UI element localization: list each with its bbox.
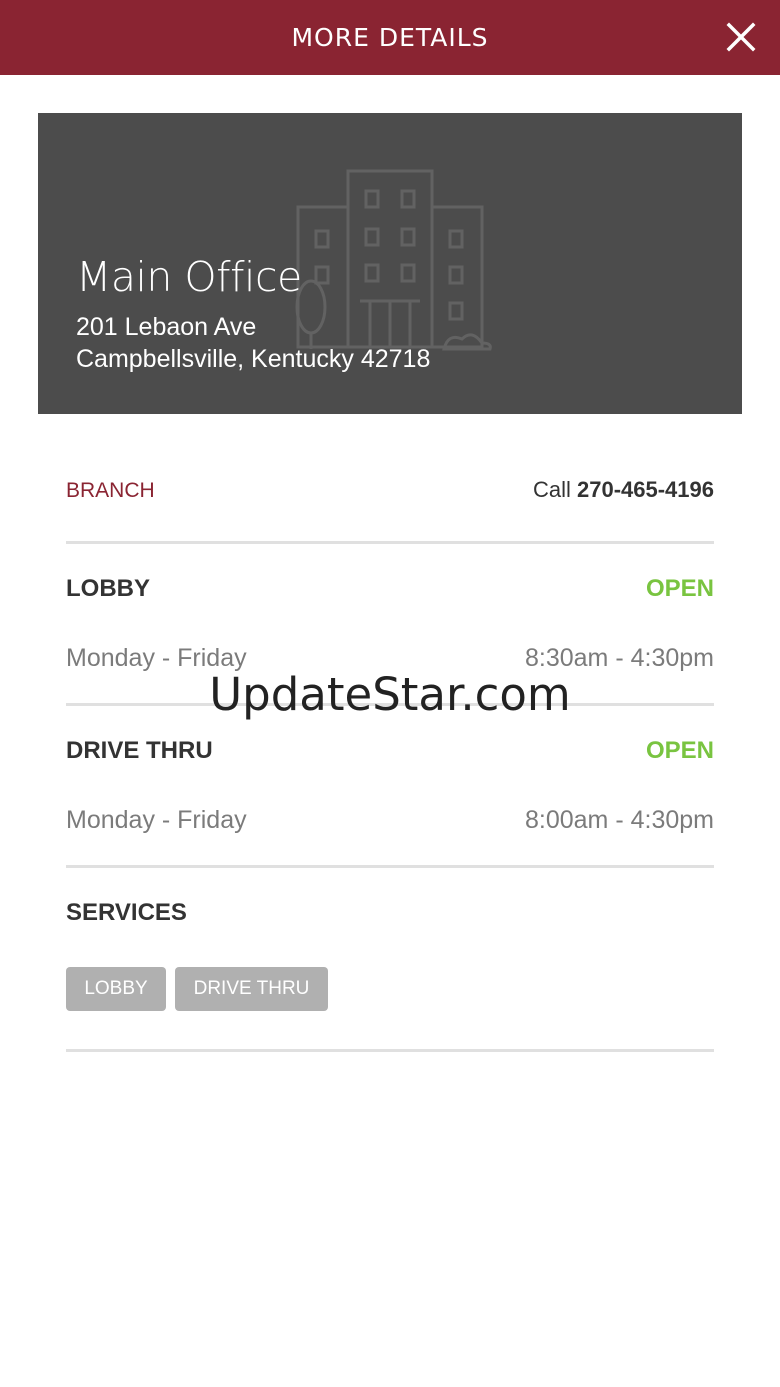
building-illustration bbox=[295, 169, 492, 351]
location-name: Main Office bbox=[76, 253, 302, 301]
divider bbox=[66, 541, 714, 544]
lobby-status-badge: OPEN bbox=[645, 575, 714, 602]
location-hero: Main Office 201 Lebaon Ave Campbellsvill… bbox=[38, 113, 742, 414]
drive-thru-title: DRIVE THRU bbox=[66, 737, 213, 764]
service-chip-drive-thru[interactable]: DRIVE THRU bbox=[175, 967, 328, 1011]
service-chip-lobby[interactable]: LOBBY bbox=[66, 967, 166, 1011]
lobby-days: Monday - Friday bbox=[66, 644, 247, 672]
divider bbox=[66, 865, 714, 868]
divider bbox=[66, 703, 714, 706]
address-line-1: 201 Lebaon Ave bbox=[76, 313, 257, 341]
services-title: SERVICES bbox=[66, 899, 187, 926]
close-icon[interactable] bbox=[718, 14, 764, 60]
lobby-hours: 8:30am - 4:30pm bbox=[525, 644, 714, 672]
page-title: MORE DETAILS bbox=[291, 23, 489, 52]
top-bar: MORE DETAILS bbox=[0, 0, 780, 75]
phone-number[interactable]: 270-465-4196 bbox=[577, 477, 714, 502]
drive-thru-days: Monday - Friday bbox=[66, 806, 247, 834]
watermark: UpdateStar.com bbox=[209, 668, 571, 721]
close-button[interactable] bbox=[718, 14, 764, 60]
drive-thru-status-badge: OPEN bbox=[645, 737, 714, 764]
divider bbox=[66, 1049, 714, 1052]
call-link[interactable]: Call 270-465-4196 bbox=[533, 477, 714, 503]
call-prefix: Call bbox=[532, 477, 571, 502]
drive-thru-hours: 8:00am - 4:30pm bbox=[525, 806, 714, 834]
address-line-2: Campbellsville, Kentucky 42718 bbox=[76, 345, 431, 373]
lobby-title: LOBBY bbox=[66, 575, 150, 602]
